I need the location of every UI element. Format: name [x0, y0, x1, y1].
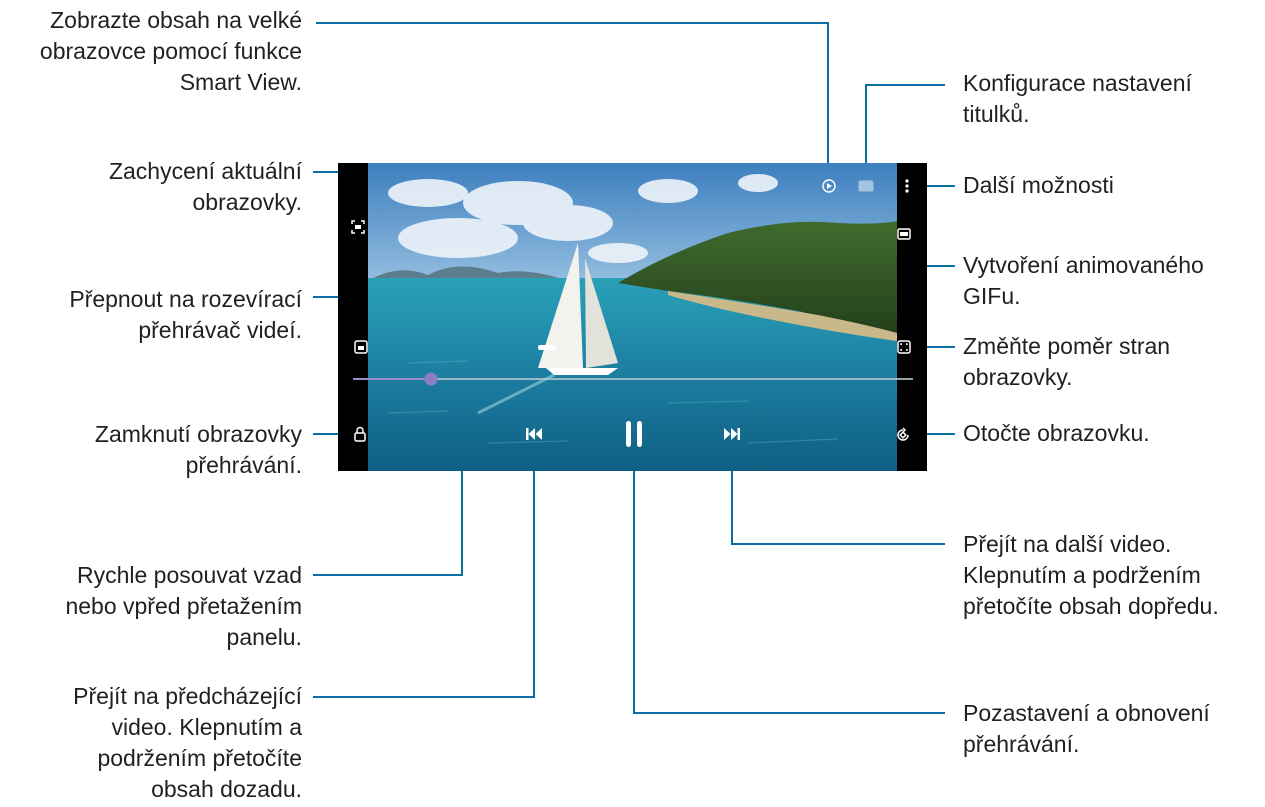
annotation-line: Zobrazte obsah na velké — [50, 7, 302, 33]
annotation-line: Otočte obrazovku. — [963, 420, 1150, 446]
next-icon — [724, 428, 740, 440]
capture-icon — [351, 220, 365, 234]
lock-button[interactable] — [352, 426, 368, 442]
next-video-button[interactable] — [722, 425, 742, 443]
more-options-icon — [905, 179, 909, 193]
annotation-line: obsah dozadu. — [151, 776, 302, 802]
annotation-line: Klepnutím a podržením — [963, 562, 1201, 588]
next-video-annotation: Přejít na další video. Klepnutím a podrže… — [963, 529, 1219, 622]
popup-player-annotation: Přepnout na rozevírací přehrávač videí. — [69, 284, 302, 346]
smart-view-annotation: Zobrazte obsah na velké obrazovce pomocí … — [40, 5, 302, 98]
annotation-line: Zamknutí obrazovky — [94, 421, 302, 447]
annotation-line: video. Klepnutím a — [111, 714, 302, 740]
annotation-line: Změňte poměr stran — [963, 333, 1171, 359]
smart-view-icon — [822, 179, 836, 193]
annotation-line: Vytvoření animovaného — [963, 252, 1204, 278]
aspect-ratio-icon — [897, 340, 911, 354]
gif-button[interactable] — [896, 226, 912, 242]
capture-screen-button[interactable] — [350, 219, 366, 235]
more-options-button[interactable] — [900, 178, 914, 194]
annotation-line: panelu. — [226, 624, 302, 650]
annotation-line: přetočíte obsah dopředu. — [963, 593, 1219, 619]
previous-icon — [526, 428, 542, 440]
annotation-line: Přepnout na rozevírací — [69, 286, 302, 312]
annotation-line: Zachycení aktuální — [108, 158, 302, 184]
popup-player-button[interactable] — [353, 339, 369, 355]
annotation-line: Rychle posouvat vzad — [76, 562, 302, 588]
gif-icon — [897, 228, 911, 240]
annotation-line: Další možnosti — [963, 172, 1114, 198]
annotation-line: Přejít na předcházející — [73, 683, 302, 709]
annotation-line: obrazovky. — [963, 364, 1073, 390]
pause-icon — [626, 421, 642, 447]
previous-video-button[interactable] — [524, 425, 544, 443]
annotation-line: přehrávač videí. — [138, 317, 302, 343]
rotate-icon — [897, 427, 909, 441]
annotation-line: obrazovce pomocí funkce — [39, 38, 302, 64]
pause-annotation: Pozastavení a obnovení přehrávání. — [963, 698, 1210, 760]
more-options-annotation: Další možnosti — [963, 170, 1114, 201]
annotation-line: podržením přetočíte — [97, 745, 302, 771]
capture-annotation: Zachycení aktuální obrazovky. — [109, 156, 302, 218]
annotation-line: Pozastavení a obnovení — [963, 700, 1210, 726]
annotation-line: obrazovky. — [192, 189, 302, 215]
annotation-line: přehrávání. — [963, 731, 1080, 757]
aspect-ratio-button[interactable] — [896, 339, 912, 355]
pause-button[interactable] — [620, 418, 648, 450]
annotation-line: Smart View. — [179, 69, 302, 95]
subtitles-icon — [858, 180, 874, 192]
annotation-line: Konfigurace nastavení — [963, 70, 1192, 96]
gif-annotation: Vytvoření animovaného GIFu. — [963, 250, 1204, 312]
annotation-line: nebo vpřed přetažením — [65, 593, 302, 619]
seek-bar-annotation: Rychle posouvat vzad nebo vpřed přetažení… — [65, 560, 302, 653]
subtitles-button[interactable] — [857, 177, 875, 195]
annotation-line: Přejít na další video. — [963, 531, 1172, 557]
aspect-ratio-annotation: Změňte poměr stran obrazovky. — [963, 331, 1170, 393]
popup-player-icon — [354, 340, 368, 354]
annotation-line: GIFu. — [963, 283, 1021, 309]
smart-view-button[interactable] — [820, 177, 838, 195]
video-player[interactable] — [338, 163, 927, 471]
rotate-annotation: Otočte obrazovku. — [963, 418, 1150, 449]
lock-icon — [354, 426, 366, 442]
subtitles-annotation: Konfigurace nastavení titulků. — [963, 68, 1192, 130]
previous-video-annotation: Přejít na předcházející video. Klepnutím … — [73, 681, 302, 805]
rotate-button[interactable] — [894, 426, 912, 444]
annotation-line: přehrávání. — [185, 452, 302, 478]
seek-thumb[interactable] — [424, 372, 438, 386]
annotation-line: titulků. — [963, 101, 1030, 127]
lock-annotation: Zamknutí obrazovky přehrávání. — [95, 419, 302, 481]
